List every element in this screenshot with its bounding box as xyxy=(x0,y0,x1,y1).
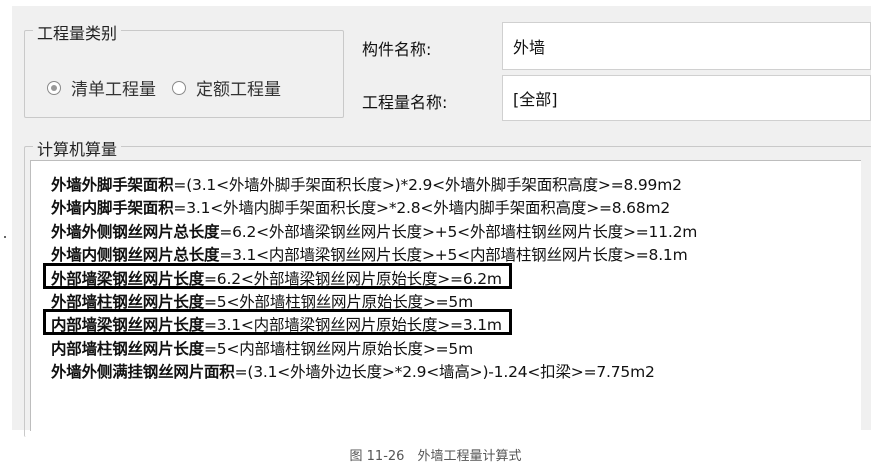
quantity-type-options: 清单工程量 定额工程量 xyxy=(47,75,297,100)
formula-line: 内部墙柱钢丝网片长度=5<内部墙柱钢丝网片原始长度>=5m xyxy=(51,337,473,359)
calculation-title: 计算机算量 xyxy=(33,136,122,160)
component-name-value: 外墙 xyxy=(513,38,546,57)
component-name-field[interactable]: 外墙 xyxy=(502,22,871,70)
figure-caption: 图 11-26 外墙工程量计算式 xyxy=(349,449,522,464)
formula-name: 外墙外侧钢丝网片总长度 xyxy=(51,222,220,241)
formula-expression: =(3.1<外墙外边长度>*2.9<墙高>)-1.24<扣梁>=7.75m2 xyxy=(234,363,655,382)
formula-name: 外墙内侧钢丝网片总长度 xyxy=(51,246,220,265)
formula-name: 外墙外侧满挂钢丝网片面积 xyxy=(51,363,235,382)
radio-quota-quantity[interactable] xyxy=(172,80,186,95)
formula-expression: =5<外部墙柱钢丝网片原始长度>=5m xyxy=(204,293,473,311)
radio-quota-quantity-label[interactable]: 定额工程量 xyxy=(196,75,281,100)
formula-text-area[interactable]: 外墙外脚手架面积=(3.1<外墙外脚手架面积长度>)*2.9<外墙外脚手架面积高… xyxy=(30,160,861,431)
highlight-box xyxy=(43,309,512,336)
highlight-box xyxy=(43,262,512,289)
quantity-name-field[interactable]: [全部] xyxy=(502,75,871,121)
formula-expression: =6.2<外部墙梁钢丝网片长度>+5<外部墙柱钢丝网片长度>=11.2m xyxy=(219,222,698,241)
formula-expression: =(3.1<外墙外脚手架面积长度>)*2.9<外墙外脚手架面积高度>=8.99m… xyxy=(173,176,682,194)
quantity-type-group: 工程量类别 清单工程量 定额工程量 xyxy=(24,20,344,118)
formula-name: 内部墙柱钢丝网片长度 xyxy=(51,339,205,358)
radio-bill-quantity[interactable] xyxy=(47,80,61,95)
component-name-label: 构件名称: xyxy=(362,40,432,59)
formula-name: 外墙外脚手架面积 xyxy=(51,176,174,194)
formula-line: 外墙外脚手架面积=(3.1<外墙外脚手架面积长度>)*2.9<外墙外脚手架面积高… xyxy=(51,173,682,195)
radio-bill-quantity-label[interactable]: 清单工程量 xyxy=(71,75,156,100)
radio-selected-dot xyxy=(51,84,57,91)
formula-line: 外墙外侧钢丝网片总长度=6.2<外部墙梁钢丝网片长度>+5<外部墙柱钢丝网片长度… xyxy=(51,220,697,242)
quantity-name-value: [全部] xyxy=(513,90,558,109)
formula-name: 外部墙柱钢丝网片长度 xyxy=(51,293,205,311)
formula-line: 外墙内脚手架面积=3.1<外墙内脚手架面积长度>*2.8<外墙内脚手架面积高度>… xyxy=(51,196,670,218)
formula-name: 外墙内脚手架面积 xyxy=(51,199,174,218)
formula-line: 外墙外侧满挂钢丝网片面积=(3.1<外墙外边长度>*2.9<墙高>)-1.24<… xyxy=(51,360,655,382)
quantity-name-label: 工程量名称: xyxy=(362,93,448,112)
formula-expression: =3.1<内部墙梁钢丝网片长度>+5<内部墙柱钢丝网片长度>=8.1m xyxy=(219,246,688,265)
formula-expression: =5<内部墙柱钢丝网片原始长度>=5m xyxy=(204,339,473,358)
quantity-type-title: 工程量类别 xyxy=(33,20,122,44)
stray-mark xyxy=(4,236,6,238)
formula-expression: =3.1<外墙内脚手架面积长度>*2.8<外墙内脚手架面积高度>=8.68m2 xyxy=(173,199,671,218)
